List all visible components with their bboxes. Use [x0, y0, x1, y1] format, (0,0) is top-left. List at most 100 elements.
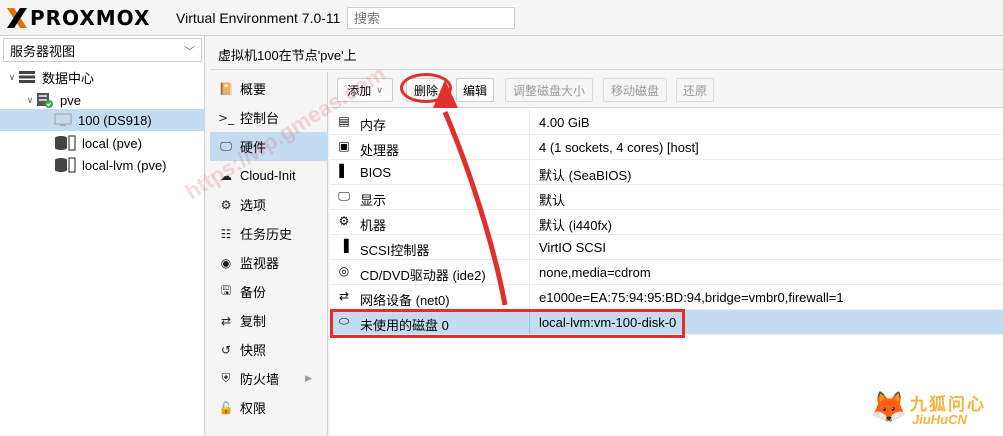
nav-item-label: 备份: [240, 285, 267, 300]
tree-item-label: local (pve): [82, 135, 142, 151]
product-version: Virtual Environment 7.0-11: [176, 10, 341, 26]
hw-row-machine[interactable]: ⚙ 机器 默认 (i440fx): [330, 210, 1003, 235]
annotation-box: [330, 309, 685, 338]
hardware-panel: 添加 ∨ 删除 编辑 调整磁盘大小 移动磁盘 还原 ▤ 内存 4.00 GiB …: [330, 72, 1003, 436]
nav-item-options[interactable]: ⚙ 选项: [210, 190, 328, 219]
hw-row-network[interactable]: ⇄ 网络设备 (net0) e1000e=EA:75:94:95:BD:94,b…: [330, 285, 1003, 310]
hw-label: SCSI控制器: [360, 243, 430, 258]
tree-item-label: 数据中心: [42, 70, 95, 86]
tree-item-pve[interactable]: ∨ pve: [0, 89, 205, 111]
hw-label: 处理器: [360, 143, 400, 158]
nav-item-label: 防火墙: [240, 372, 280, 387]
tree-item-label: 100 (DS918): [78, 112, 152, 128]
hw-value: 4 (1 sockets, 4 cores) [host]: [539, 140, 699, 155]
nav-item-snapshot[interactable]: ↺ 快照: [210, 335, 328, 364]
move-disk-button[interactable]: 移动磁盘: [603, 78, 667, 102]
nav-item-label: 复制: [240, 314, 267, 329]
edit-button-label: 编辑: [462, 83, 487, 98]
vm-icon: [54, 113, 72, 126]
hw-label: 内存: [360, 118, 387, 133]
move-disk-button-label: 移动磁盘: [610, 83, 659, 98]
nav-item-label: 概要: [240, 82, 267, 97]
backup-icon: 🖫: [220, 283, 232, 297]
snapshot-icon: ↺: [220, 342, 232, 357]
tree-item-datacenter[interactable]: ∨ 数据中心: [0, 66, 205, 88]
fox-logo-icon: 🦊: [870, 391, 908, 424]
storage-icon: [55, 157, 76, 173]
view-select-label: 服务器视图: [10, 43, 76, 59]
node-icon: [37, 93, 53, 108]
chevron-down-icon: ﹀: [184, 46, 195, 58]
revert-button[interactable]: 还原: [676, 78, 714, 102]
tree-item-vm-100[interactable]: 100 (DS918): [0, 109, 205, 131]
corner-watermark-en: JiuHuCN: [912, 412, 967, 427]
proxmox-logo: PROXMOX: [6, 6, 150, 30]
page-title: 虚拟机100在节点'pve'上: [210, 36, 1003, 70]
nav-item-label: 监视器: [240, 256, 280, 271]
revert-button-label: 还原: [682, 83, 707, 98]
monitor-icon: ◉: [220, 255, 232, 270]
expand-arrow-icon[interactable]: ▶: [305, 373, 312, 384]
summary-icon: 📔: [218, 81, 234, 96]
nav-item-monitor[interactable]: ◉ 监视器: [210, 248, 328, 277]
hw-label: 机器: [360, 218, 387, 233]
options-icon: ⚙: [220, 197, 232, 212]
hw-row-memory[interactable]: ▤ 内存 4.00 GiB: [330, 110, 1003, 135]
hw-label: 显示: [360, 193, 387, 208]
tree-item-local[interactable]: local (pve): [0, 132, 205, 154]
tree-item-local-lvm[interactable]: local-lvm (pve): [0, 154, 205, 176]
network-icon: ⇄: [338, 289, 350, 303]
bios-icon: ▌: [339, 164, 349, 178]
scsi-icon: ▐: [339, 239, 349, 253]
collapse-icon[interactable]: ∨: [24, 95, 36, 106]
nav-item-firewall[interactable]: ⛨ 防火墙 ▶: [210, 364, 328, 393]
hw-row-bios[interactable]: ▌ BIOS 默认 (SeaBIOS): [330, 160, 1003, 185]
hw-value: 默认 (i440fx): [539, 218, 612, 233]
hw-row-cpu[interactable]: ▣ 处理器 4 (1 sockets, 4 cores) [host]: [330, 135, 1003, 160]
replication-icon: ⇄: [220, 313, 232, 328]
tree-item-label: pve: [60, 92, 81, 108]
resize-disk-button-label: 调整磁盘大小: [512, 83, 585, 98]
hw-value: 默认: [539, 193, 566, 208]
nav-item-summary[interactable]: 📔 概要: [210, 74, 328, 103]
cpu-icon: ▣: [338, 139, 350, 153]
hw-row-scsi[interactable]: ▐ SCSI控制器 VirtIO SCSI: [330, 235, 1003, 260]
view-select[interactable]: 服务器视图 ﹀: [3, 38, 202, 62]
collapse-icon[interactable]: ∨: [6, 72, 18, 83]
hw-row-display[interactable]: 🖵 显示 默认: [330, 185, 1003, 210]
nav-item-label: 选项: [240, 198, 267, 213]
resize-disk-button[interactable]: 调整磁盘大小: [505, 78, 593, 102]
nav-item-permissions[interactable]: 🔓 权限: [210, 393, 328, 422]
tree-item-label: local-lvm (pve): [82, 157, 167, 173]
resource-tree: 服务器视图 ﹀ ∨ 数据中心 ∨ pve 100 (DS918) local (…: [0, 36, 205, 436]
hw-value: 4.00 GiB: [539, 115, 590, 130]
search-input[interactable]: [347, 7, 515, 29]
proxmox-x-icon: [7, 8, 27, 28]
hw-label: BIOS: [360, 165, 392, 180]
hw-label: CD/DVD驱动器 (ide2): [360, 268, 486, 283]
cdrom-icon: ◎: [338, 264, 350, 278]
hw-value: 默认 (SeaBIOS): [539, 168, 632, 183]
nav-item-label: 权限: [240, 401, 267, 416]
top-bar: PROXMOX Virtual Environment 7.0-11: [0, 0, 1003, 36]
nav-item-task-history[interactable]: ☷ 任务历史: [210, 219, 328, 248]
firewall-icon: ⛨: [221, 371, 231, 385]
display-icon: 🖵: [338, 189, 350, 203]
annotation-ellipse: [400, 73, 452, 103]
hw-value: none,media=cdrom: [539, 265, 651, 280]
nav-item-label: 快照: [240, 343, 267, 358]
hw-value: VirtIO SCSI: [539, 240, 606, 255]
hw-row-cdrom[interactable]: ◎ CD/DVD驱动器 (ide2) none,media=cdrom: [330, 260, 1003, 285]
brand-name: PROXMOX: [30, 6, 151, 30]
permissions-icon: 🔓: [218, 400, 234, 415]
nav-item-label: 任务历史: [240, 227, 293, 242]
memory-icon: ▤: [338, 114, 350, 128]
nav-item-replication[interactable]: ⇄ 复制: [210, 306, 328, 335]
hw-value: e1000e=EA:75:94:95:BD:94,bridge=vmbr0,fi…: [539, 290, 844, 305]
nav-item-backup[interactable]: 🖫 备份: [210, 277, 328, 306]
edit-button[interactable]: 编辑: [456, 78, 494, 102]
storage-icon: [55, 135, 76, 151]
corner-watermark: 🦊 九狐问心 JiuHuCN: [870, 388, 1000, 433]
machine-icon: ⚙: [338, 214, 350, 228]
datacenter-icon: [19, 71, 35, 83]
